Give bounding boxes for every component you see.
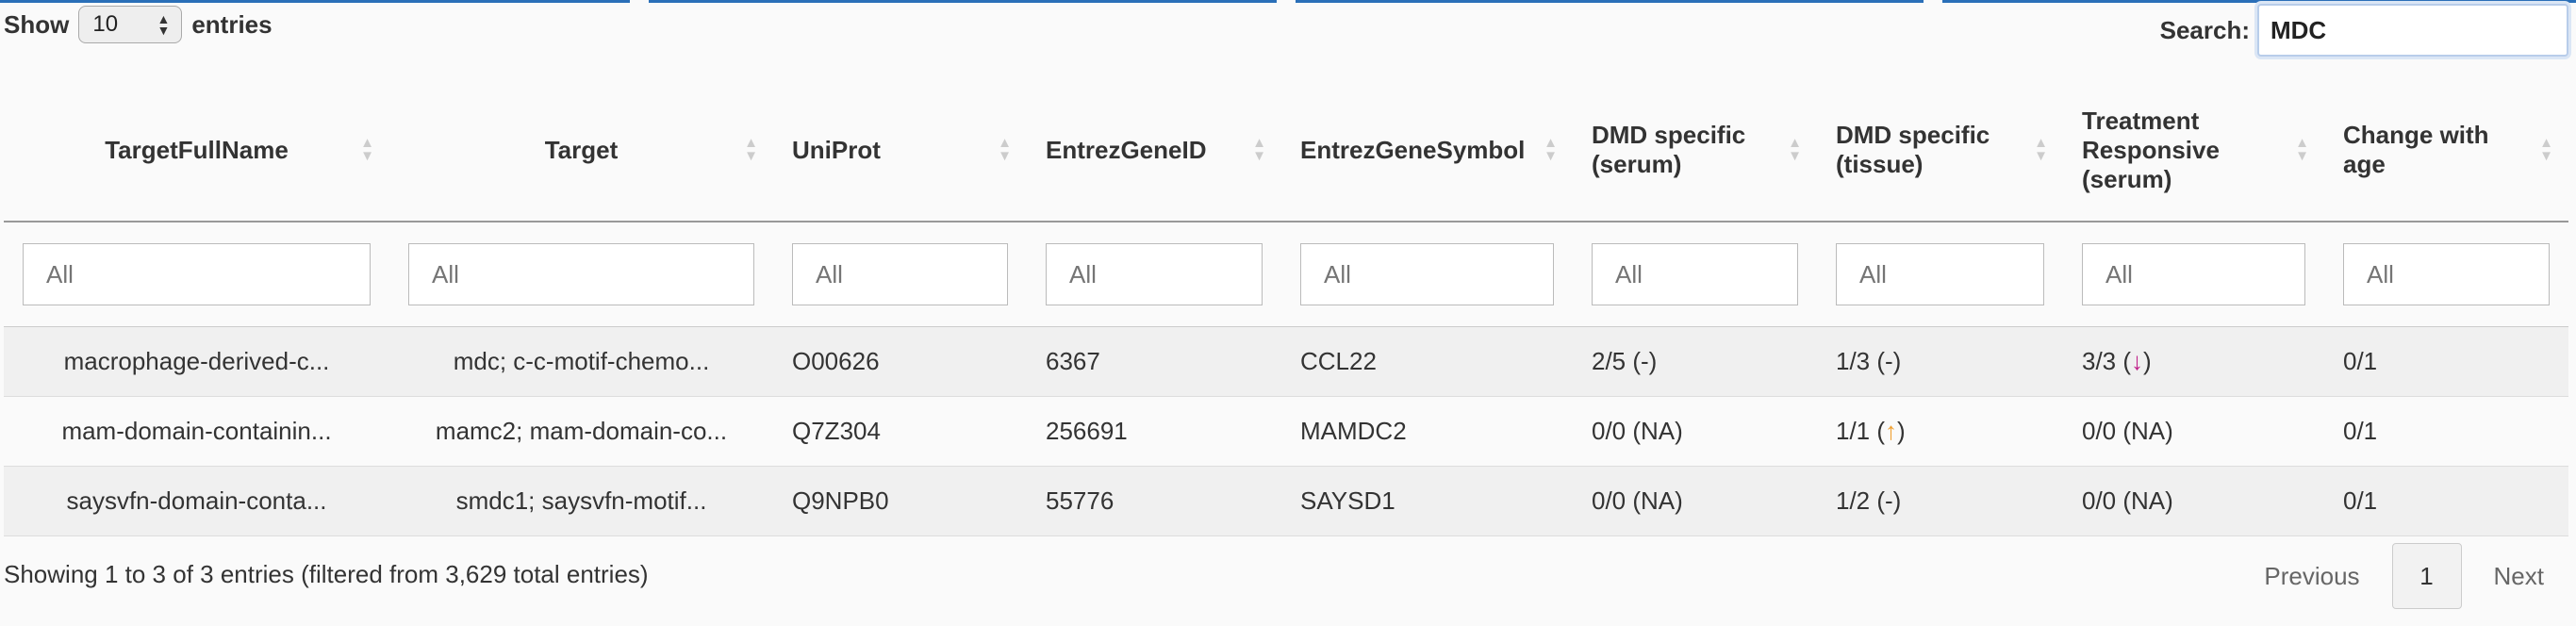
previous-button[interactable]: Previous (2232, 562, 2391, 591)
sort-icon: ▲ ▼ (2295, 135, 2309, 164)
cell-dmd-serum: 2/5 (-) (1573, 326, 1817, 397)
cell-entrez-gene-id: 256691 (1027, 396, 1281, 467)
table-row[interactable]: mam-domain-containin... mamc2; mam-domai… (4, 396, 2568, 467)
sort-icon: ▲ ▼ (1252, 135, 1266, 164)
sort-icon: ▲ ▼ (2539, 135, 2553, 164)
sort-icon: ▲ ▼ (360, 135, 374, 164)
length-control: Show 10 ▲ ▼ entries (4, 6, 272, 43)
table-row[interactable]: saysvfn-domain-conta... smdc1; saysvfn-m… (4, 466, 2568, 536)
cell-target: smdc1; saysvfn-motif... (389, 466, 773, 536)
column-header-entrez-gene-symbol[interactable]: EntrezGeneSymbol ▲ ▼ (1281, 79, 1573, 222)
column-header-treatment-responsive[interactable]: Treatment Responsive (serum) ▲ ▼ (2063, 79, 2324, 222)
column-header-target[interactable]: Target ▲ ▼ (389, 79, 773, 222)
page-size-value: 10 (92, 11, 119, 37)
column-header-target-full-name[interactable]: TargetFullName ▲ ▼ (4, 79, 389, 222)
tab-bar-segment-4 (1942, 0, 2576, 3)
up-arrow-icon: ↑ (1885, 417, 1898, 445)
filter-input-change-with-age[interactable] (2343, 243, 2550, 305)
tab-bar-segment-3 (1296, 0, 1924, 3)
search-input[interactable] (2257, 4, 2568, 57)
cell-target: mdc; c-c-motif-chemo... (389, 326, 773, 397)
filter-row (4, 222, 2568, 327)
pagination: Previous 1 Next (2232, 543, 2576, 609)
filter-input-target[interactable] (408, 243, 754, 305)
column-header-uniprot[interactable]: UniProt ▲ ▼ (773, 79, 1027, 222)
cell-dmd-tissue: 1/2 (-) (1817, 466, 2063, 536)
filter-input-target-full-name[interactable] (23, 243, 371, 305)
select-arrows-icon: ▲ ▼ (157, 11, 171, 38)
cell-change-with-age: 0/1 (2324, 396, 2568, 467)
cell-target-full-name: mam-domain-containin... (4, 396, 389, 467)
cell-dmd-tissue: 1/3 (-) (1817, 326, 2063, 397)
cell-treatment-responsive: 0/0 (NA) (2063, 466, 2324, 536)
search-label: Search: (2159, 15, 2250, 44)
sort-icon: ▲ ▼ (744, 135, 758, 164)
cell-treatment-responsive: 3/3 (↓) (2063, 326, 2324, 397)
cell-entrez-gene-symbol: CCL22 (1281, 326, 1573, 397)
cell-target-full-name: macrophage-derived-c... (4, 326, 389, 397)
cell-entrez-gene-symbol: MAMDC2 (1281, 396, 1573, 467)
cell-dmd-tissue: 1/1 (↑) (1817, 396, 2063, 467)
cell-treatment-responsive: 0/0 (NA) (2063, 396, 2324, 467)
cell-change-with-age: 0/1 (2324, 466, 2568, 536)
sort-icon: ▲ ▼ (1544, 135, 1558, 164)
sort-icon: ▲ ▼ (2034, 135, 2048, 164)
cell-dmd-serum: 0/0 (NA) (1573, 466, 1817, 536)
filter-input-treatment-responsive[interactable] (2082, 243, 2305, 305)
filter-input-entrez-gene-symbol[interactable] (1300, 243, 1554, 305)
cell-uniprot: O00626 (773, 326, 1027, 397)
cell-target: mamc2; mam-domain-co... (389, 396, 773, 467)
filter-input-dmd-tissue[interactable] (1836, 243, 2044, 305)
sort-icon: ▲ ▼ (1788, 135, 1802, 164)
search-control: Search: (2160, 4, 2568, 57)
column-header-dmd-serum[interactable]: DMD specific (serum) ▲ ▼ (1573, 79, 1817, 222)
filter-input-uniprot[interactable] (792, 243, 1008, 305)
table-info: Showing 1 to 3 of 3 entries (filtered fr… (4, 560, 649, 588)
cell-uniprot: Q7Z304 (773, 396, 1027, 467)
cell-change-with-age: 0/1 (2324, 326, 2568, 397)
cell-entrez-gene-id: 6367 (1027, 326, 1281, 397)
sort-icon: ▲ ▼ (998, 135, 1012, 164)
cell-target-full-name: saysvfn-domain-conta... (4, 466, 389, 536)
next-button[interactable]: Next (2462, 562, 2576, 591)
data-table: TargetFullName ▲ ▼ Target ▲ ▼ UniProt ▲ ▼ Entr… (4, 79, 2568, 536)
filter-input-dmd-serum[interactable] (1592, 243, 1798, 305)
cell-dmd-serum: 0/0 (NA) (1573, 396, 1817, 467)
cell-uniprot: Q9NPB0 (773, 466, 1027, 536)
tab-bar-segment-2 (649, 0, 1277, 3)
entries-label: entries (191, 9, 272, 39)
down-arrow-icon: ↓ (2131, 347, 2144, 375)
tab-bar-segment-1 (0, 0, 630, 3)
cell-entrez-gene-id: 55776 (1027, 466, 1281, 536)
column-header-entrez-gene-id[interactable]: EntrezGeneID ▲ ▼ (1027, 79, 1281, 222)
column-header-change-with-age[interactable]: Change with age ▲ ▼ (2324, 79, 2568, 222)
table-row[interactable]: macrophage-derived-c... mdc; c-c-motif-c… (4, 326, 2568, 397)
cell-entrez-gene-symbol: SAYSD1 (1281, 466, 1573, 536)
filter-input-entrez-gene-id[interactable] (1046, 243, 1263, 305)
show-label: Show (4, 9, 70, 39)
column-header-dmd-tissue[interactable]: DMD specific (tissue) ▲ ▼ (1817, 79, 2063, 222)
page-button-1[interactable]: 1 (2391, 543, 2462, 609)
page-size-select[interactable]: 10 ▲ ▼ (78, 6, 183, 43)
